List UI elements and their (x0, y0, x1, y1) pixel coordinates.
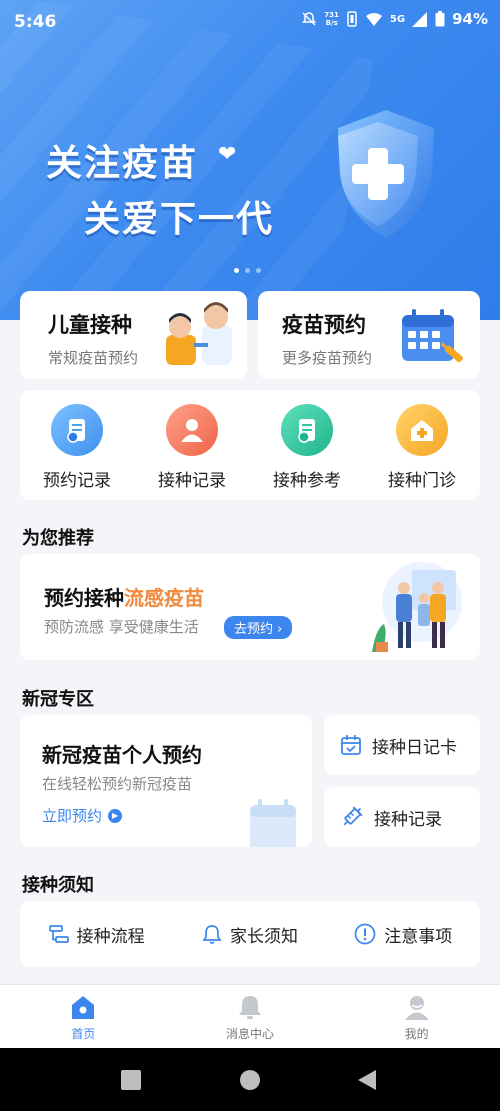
ncov-subtitle: 在线轻松预约新冠疫苗 (42, 775, 193, 793)
banner[interactable]: 5:46 731 B/s 5G 94% 关注疫苗 ❤ 关爱下一代 (0, 0, 500, 320)
net-speed: 731 B/s (324, 11, 339, 27)
quick-actions: 预约记录 接种记录 接种参考 接种门诊 (20, 390, 480, 500)
notice-card: 接种流程 家长须知 注意事项 (20, 901, 480, 967)
card-title: 疫苗预约 (282, 313, 366, 337)
wifi-icon (365, 12, 382, 26)
system-navigation-bar (0, 1048, 500, 1111)
profile-icon (404, 996, 429, 1020)
carousel-dot[interactable] (245, 268, 250, 273)
bottom-tab-bar: 首页 消息中心 我的 (0, 984, 500, 1048)
appointment-record-icon (51, 404, 103, 456)
carousel-dot[interactable] (256, 268, 261, 273)
tab-label: 首页 (71, 1027, 96, 1041)
calendar-syringe-illustration (402, 309, 463, 363)
card-title: 儿童接种 (48, 313, 132, 337)
quick-action-label: 接种门诊 (388, 471, 456, 491)
vaccination-reference-icon (281, 404, 333, 456)
tab-home[interactable]: 首页 (0, 985, 167, 1048)
side-card-label: 接种日记卡 (372, 737, 457, 758)
back-button[interactable] (358, 1070, 376, 1090)
alert-icon (354, 923, 376, 945)
battery-level: 94% (452, 10, 488, 28)
vaccine-appointment-card[interactable]: 疫苗预约 更多疫苗预约 (258, 291, 480, 379)
notice-item-process[interactable]: 接种流程 (20, 922, 173, 947)
book-now-link[interactable]: 立即预约 ▶ (42, 805, 123, 826)
ncov-title: 新冠疫苗个人预约 (42, 743, 202, 767)
calendar-watermark-icon (250, 799, 296, 847)
notice-item-precautions[interactable]: 注意事项 (327, 922, 480, 947)
card-subtitle: 更多疫苗预约 (282, 349, 373, 367)
status-bar: 5:46 731 B/s 5G 94% (0, 0, 500, 46)
recommend-title-highlight: 流感疫苗 (124, 586, 204, 610)
quick-action-clinic[interactable]: 接种门诊 (367, 404, 477, 491)
vaccination-diary-card[interactable]: 接种日记卡 (324, 715, 480, 775)
quick-action-vaccination-reference[interactable]: 接种参考 (252, 404, 362, 491)
side-card-label: 接种记录 (374, 809, 442, 830)
child-vaccination-card[interactable]: 儿童接种 常规疫苗预约 (20, 291, 247, 379)
tab-mine[interactable]: 我的 (333, 985, 500, 1048)
banner-title-line1: 关注疫苗 (46, 143, 199, 184)
section-title-ncov: 新冠专区 (22, 689, 94, 710)
home-icon (72, 996, 95, 1019)
card-subtitle: 常规疫苗预约 (48, 349, 139, 367)
status-icons: 731 B/s 5G 94% (301, 10, 488, 28)
section-title-notice: 接种须知 (22, 875, 94, 896)
tab-label: 我的 (404, 1027, 429, 1041)
go-appointment-button[interactable]: 去预约 › (224, 616, 293, 639)
recents-button[interactable] (121, 1070, 141, 1090)
recommend-subtitle: 预防流感 享受健康生活 (44, 618, 199, 636)
home-button[interactable] (240, 1070, 260, 1090)
quick-action-appointment-record[interactable]: 预约记录 (22, 404, 132, 491)
notice-label: 接种流程 (76, 926, 145, 947)
section-title-recommend: 为您推荐 (22, 528, 94, 549)
banner-title-line2: 关爱下一代 (84, 199, 275, 240)
mute-bell-icon (302, 12, 317, 26)
quick-action-vaccination-record[interactable]: 接种记录 (137, 404, 247, 491)
recommend-title: 预约接种流感疫苗 (44, 586, 204, 610)
network-type: 5G (389, 13, 406, 25)
status-time: 5:46 (14, 12, 57, 32)
quick-action-label: 预约记录 (43, 471, 111, 491)
shield-icon (326, 104, 446, 244)
clinic-people-illustration (372, 562, 462, 652)
bell-icon (239, 996, 261, 1019)
carousel-dot[interactable] (234, 268, 239, 273)
notice-label: 家长须知 (229, 926, 298, 947)
flu-vaccine-card[interactable]: 预约接种流感疫苗 预防流感 享受健康生活 去预约 › (20, 554, 480, 660)
bell-icon (202, 925, 222, 944)
vaccination-record-icon (166, 404, 218, 456)
calendar-check-icon (341, 735, 361, 755)
doctor-child-illustration (166, 302, 232, 365)
tab-label: 消息中心 (226, 1027, 275, 1041)
notice-item-parents[interactable]: 家长须知 (173, 922, 326, 947)
clinic-icon (396, 404, 448, 456)
play-icon: ▶ (108, 808, 123, 823)
ncov-appointment-card[interactable]: 新冠疫苗个人预约 在线轻松预约新冠疫苗 立即预约 ▶ (20, 715, 312, 847)
ncov-vaccination-record-card[interactable]: 接种记录 (324, 787, 480, 847)
flow-icon (48, 925, 69, 943)
heart-icon: ❤ (218, 142, 237, 167)
battery-icon (435, 11, 445, 27)
notice-label: 注意事项 (384, 926, 453, 947)
tab-messages[interactable]: 消息中心 (167, 985, 334, 1048)
vibrate-icon (347, 11, 357, 27)
quick-action-label: 接种记录 (158, 471, 226, 491)
syringe-icon (343, 806, 363, 826)
signal-icon (412, 11, 428, 27)
quick-action-label: 接种参考 (273, 471, 341, 491)
carousel-indicator[interactable] (234, 268, 261, 273)
